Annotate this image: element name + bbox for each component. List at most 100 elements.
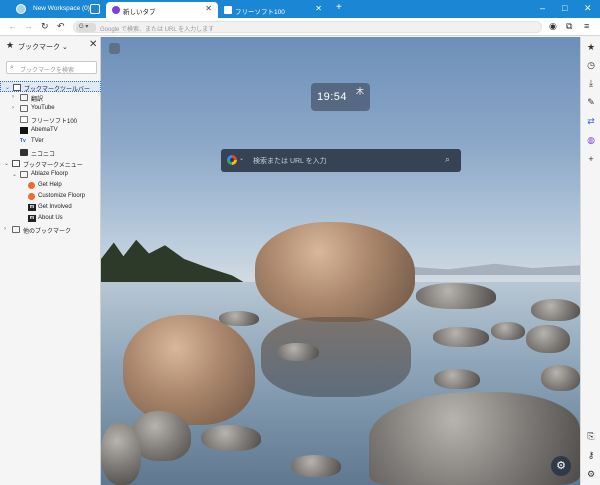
url-placeholder: Google で検索、または URL を入力します [100, 27, 215, 33]
bookmark-search-input[interactable]: ⌕ ブックマークを検索 [6, 61, 97, 74]
tree-item-label: ニコニコ [31, 152, 56, 158]
tree-item-bookmark-menu[interactable]: ⌄ ブックマークメニュー [0, 158, 101, 169]
account-icon[interactable]: ◉ [549, 21, 557, 32]
newtab-search-box[interactable]: ⌄ 検索または URL を入力 ⌕ [221, 149, 461, 172]
tree-item-other-bookmarks[interactable]: › 他のブックマーク [0, 224, 101, 235]
chevron-down-icon[interactable]: ⌄ [5, 84, 10, 91]
chevron-down-icon[interactable]: ⌄ [4, 160, 9, 167]
menu-folder-icon [12, 160, 20, 167]
gear-icon[interactable]: ⚙ [585, 468, 597, 480]
rock [541, 365, 580, 391]
rock [291, 455, 341, 477]
abematv-icon [20, 127, 28, 134]
settings-gear-icon[interactable]: ⚙ [551, 456, 571, 476]
add-icon[interactable]: + [585, 153, 597, 165]
tab-close-icon[interactable]: ✕ [315, 5, 322, 13]
tree-item-get-help[interactable]: Get Help [0, 180, 101, 191]
undo-close-tab-button[interactable]: ↶ [57, 21, 65, 32]
tree-item-niconico[interactable]: ニコニコ [0, 147, 101, 158]
toolbar-folder-icon [13, 84, 21, 91]
download-icon[interactable]: ⤓ [585, 77, 597, 89]
menu-icon[interactable]: ≡ [584, 21, 589, 32]
maximize-button[interactable]: □ [562, 3, 567, 13]
search-icon: ⌕ [10, 64, 14, 71]
tree-item-label: ブックマークメニュー [23, 163, 83, 169]
tab-freesoft100[interactable]: フリーソフト100 ✕ [218, 2, 328, 18]
key-icon[interactable]: ⚷ [585, 449, 597, 461]
sidebar-title[interactable]: ブックマーク ⌄ [18, 42, 68, 52]
page-favicon-icon [224, 6, 232, 14]
rock [101, 422, 141, 485]
minimize-button[interactable]: – [540, 3, 545, 13]
navigation-bar: ← → ↻ ↶ G ▾ Google で検索、または URL を入力します ◉ … [0, 18, 600, 36]
tree-item-label: 翻訳 [31, 97, 44, 103]
tver-icon: Tv [20, 138, 26, 144]
tree-item-label: フリーソフト100 [31, 119, 78, 125]
chevron-right-icon[interactable]: › [4, 226, 6, 232]
floorp-icon[interactable]: ◍ [585, 134, 597, 146]
rock [531, 299, 580, 321]
newtab-search-placeholder: 検索または URL を入力 [253, 158, 327, 165]
chevron-right-icon[interactable]: › [12, 94, 14, 100]
tree-item-freesoft100[interactable]: フリーソフト100 [0, 114, 101, 125]
sidebar-close-button[interactable]: ✕ [89, 40, 97, 50]
floorp-logo-icon[interactable] [109, 43, 120, 54]
back-button[interactable]: ← [8, 21, 17, 32]
tree-item-label: Get Help [38, 182, 62, 188]
tab-title: 新しいタブ [123, 9, 156, 16]
tree-item-label: Ablaze Floorp [31, 171, 69, 177]
tab-overview-icon[interactable] [90, 4, 100, 14]
sidebar-panel-rail: ★ ◷ ⤓ ✎ ⇄ ◍ + ⎘ ⚷ ⚙ [580, 37, 600, 485]
tree-item-abematv[interactable]: AbemaTV [0, 125, 101, 136]
puzzle-icon[interactable]: ⎘ [585, 430, 597, 442]
tree-item-youtube[interactable]: › YouTube [0, 103, 101, 114]
search-engine-selector[interactable]: G ▾ [76, 23, 96, 32]
folder-icon [20, 94, 28, 101]
star-icon[interactable]: ★ [585, 41, 597, 53]
tab-title: フリーソフト100 [235, 9, 285, 16]
google-icon[interactable] [227, 155, 237, 165]
tree-item-about-us[interactable]: m About Us [0, 213, 101, 224]
rock [277, 343, 319, 361]
search-icon[interactable]: ⌕ [445, 154, 450, 165]
url-bar[interactable]: G ▾ Google で検索、または URL を入力します [73, 21, 542, 33]
extensions-icon[interactable]: ⧉ [566, 21, 572, 32]
star-icon: ★ [6, 40, 15, 50]
tab-new-tab[interactable]: 新しいタブ ✕ [106, 2, 218, 18]
forward-button[interactable]: → [24, 21, 33, 32]
folder-icon [20, 105, 28, 112]
bookmarks-sidebar: ★ ブックマーク ⌄ ✕ ⌕ ブックマークを検索 ⌄ ブックマークツールバー ›… [0, 37, 101, 485]
rock [416, 283, 496, 309]
sidebar-header: ★ ブックマーク ⌄ ✕ [0, 37, 101, 55]
chevron-down-icon[interactable]: ⌄ [239, 155, 244, 162]
new-tab-button[interactable]: + [336, 3, 342, 13]
tree-item-tver[interactable]: Tv TVer [0, 136, 101, 147]
tree-item-label: Customize Floorp [38, 193, 86, 199]
tree-item-ablaze-floorp[interactable]: ⌄ Ablaze Floorp [0, 169, 101, 180]
rock [434, 369, 480, 389]
workspace-label[interactable]: New Workspace (0) [33, 5, 90, 12]
clock-weekday: 木 [356, 87, 364, 96]
tree-item-translate[interactable]: › 翻訳 [0, 92, 101, 103]
workspace-icon[interactable] [16, 4, 26, 14]
pen-icon[interactable]: ✎ [585, 96, 597, 108]
tab-close-icon[interactable]: ✕ [205, 5, 212, 13]
foreground-rock-right [369, 392, 580, 485]
chevron-right-icon[interactable]: › [12, 105, 14, 111]
tree-item-customize-floorp[interactable]: Customize Floorp [0, 191, 101, 202]
new-tab-page: 19:54 木 ⌄ 検索または URL を入力 ⌕ ⚙ [101, 37, 580, 485]
history-icon[interactable]: ◷ [585, 59, 597, 71]
translate-icon[interactable]: ⇄ [585, 115, 597, 127]
tab-bar: New Workspace (0) 新しいタブ ✕ フリーソフト100 ✕ + … [0, 0, 600, 18]
rock [201, 425, 261, 451]
tree-item-toolbar[interactable]: ⌄ ブックマークツールバー [0, 81, 101, 93]
close-window-button[interactable]: ✕ [584, 3, 592, 13]
ablaze-m-icon: m [28, 204, 36, 211]
ablaze-m-icon: m [28, 215, 36, 222]
chevron-down-icon[interactable]: ⌄ [12, 171, 17, 178]
reload-button[interactable]: ↻ [41, 21, 49, 32]
clock-time: 19:54 [317, 91, 348, 103]
tree-item-get-involved[interactable]: m Get Involved [0, 202, 101, 213]
large-boulder [255, 222, 415, 322]
niconico-icon [20, 149, 28, 156]
